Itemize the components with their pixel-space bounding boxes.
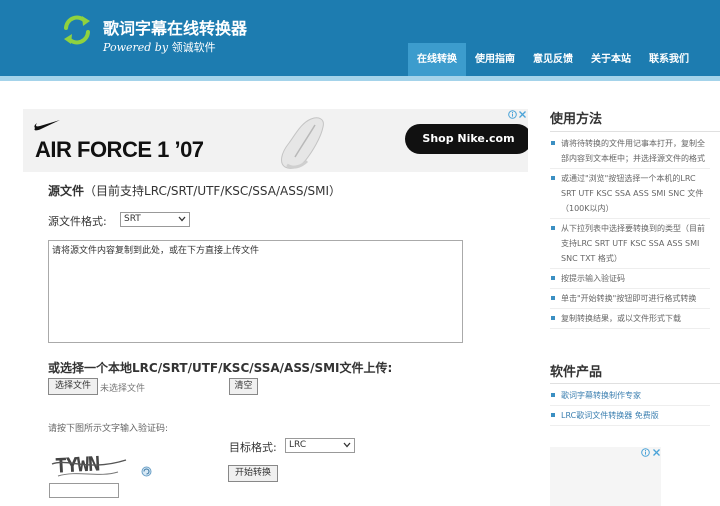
source-content-text: 请将源文件内容复制到此处，或在下方直接上传文件 <box>52 246 260 256</box>
nav-online-convert[interactable]: 在线转换 <box>408 43 466 76</box>
product-link[interactable]: 歌词字幕转换制作专家 <box>550 388 710 406</box>
chevron-down-icon <box>343 442 351 448</box>
target-format-label: 目标格式: <box>229 441 277 454</box>
chevron-down-icon <box>178 216 186 222</box>
bullet-icon <box>551 176 555 180</box>
howto-divider <box>550 131 720 132</box>
captcha-image: TYWN <box>51 451 127 478</box>
bullet-icon <box>551 296 555 300</box>
products-divider <box>550 383 720 384</box>
bullet-icon <box>551 226 555 230</box>
source-format-select[interactable]: SRT <box>120 212 190 227</box>
site-title[interactable]: 歌词字幕在线转换器 <box>103 15 247 39</box>
target-format-select[interactable]: LRC <box>285 438 355 453</box>
source-content-textarea[interactable]: 请将源文件内容复制到此处，或在下方直接上传文件 <box>48 240 463 343</box>
target-format-value: LRC <box>289 440 307 450</box>
convert-arrows-icon[interactable] <box>62 14 92 46</box>
ad-close-icon[interactable] <box>652 448 661 457</box>
clear-button[interactable]: 清空 <box>229 378 258 395</box>
main-nav: 在线转换 使用指南 意见反馈 关于本站 联系我们 <box>408 43 698 76</box>
nav-user-guide[interactable]: 使用指南 <box>466 43 524 76</box>
source-file-title: 源文件 <box>48 184 85 198</box>
list-item: 按提示输入验证码 <box>550 271 710 289</box>
list-item: 从下拉列表中选择要转换到的类型（目前支持LRC SRT UTF KSC SSA … <box>550 221 710 269</box>
start-convert-button[interactable]: 开始转换 <box>228 465 278 482</box>
nav-feedback[interactable]: 意见反馈 <box>524 43 582 76</box>
product-link[interactable]: LRC歌词文件转换器 免费版 <box>550 408 710 426</box>
ad-title: AIR FORCE 1 ’07 <box>35 137 204 162</box>
refresh-captcha-icon[interactable] <box>141 466 152 477</box>
list-item: 复制转换结果，或以文件形式下载 <box>550 311 710 329</box>
ad-close-icon[interactable] <box>518 110 527 119</box>
list-item: 或通过"浏览"按钮选择一个本机的LRC SRT UTF KSC SSA ASS … <box>550 171 710 219</box>
source-format-label: 源文件格式: <box>48 215 107 228</box>
howto-list: 请将待转换的文件用记事本打开，复制全部内容到文本框中；并选择源文件的格式 或通过… <box>550 136 710 331</box>
ad-info-icon[interactable] <box>641 448 650 457</box>
products-heading: 软件产品 <box>550 365 603 380</box>
bullet-icon <box>551 316 555 320</box>
howto-heading: 使用方法 <box>550 112 603 127</box>
source-file-hint: （目前支持LRC/SRT/UTF/KSC/SSA/ASS/SMI） <box>84 184 341 198</box>
nav-about[interactable]: 关于本站 <box>582 43 640 76</box>
header-stripe <box>0 76 720 81</box>
ad-info-icon[interactable] <box>508 110 517 119</box>
bullet-icon <box>551 276 555 280</box>
bullet-icon <box>551 413 555 417</box>
choose-file-button[interactable]: 选择文件 <box>48 378 98 395</box>
upload-heading: 或选择一个本地LRC/SRT/UTF/KSC/SSA/ASS/SMI文件上传: <box>48 361 393 375</box>
ad-banner[interactable]: AIR FORCE 1 ’07 Shop Nike.com <box>23 109 528 172</box>
nav-contact[interactable]: 联系我们 <box>640 43 698 76</box>
source-file-heading: 源文件（目前支持LRC/SRT/UTF/KSC/SSA/ASS/SMI） <box>48 182 341 199</box>
captcha-label: 请按下图所示文字输入验证码: <box>48 424 169 434</box>
nike-swoosh-icon <box>34 120 60 131</box>
products-list: 歌词字幕转换制作专家 LRC歌词文件转换器 免费版 <box>550 388 710 428</box>
captcha-input[interactable] <box>49 483 119 498</box>
source-format-value: SRT <box>124 214 141 224</box>
no-file-chosen-text: 未选择文件 <box>100 384 146 394</box>
list-item: 单击"开始转换"按钮即可进行格式转换 <box>550 291 710 309</box>
bullet-icon <box>551 141 555 145</box>
sneaker-image-icon <box>281 117 324 169</box>
list-item: 请将待转换的文件用记事本打开，复制全部内容到文本框中；并选择源文件的格式 <box>550 136 710 169</box>
shop-nike-button[interactable]: Shop Nike.com <box>405 124 528 154</box>
powered-by-text: Powered by <box>103 41 169 54</box>
bullet-icon <box>551 393 555 397</box>
site-subtitle: Powered by 领诚软件 <box>103 39 216 55</box>
company-name: 领诚软件 <box>171 41 216 54</box>
